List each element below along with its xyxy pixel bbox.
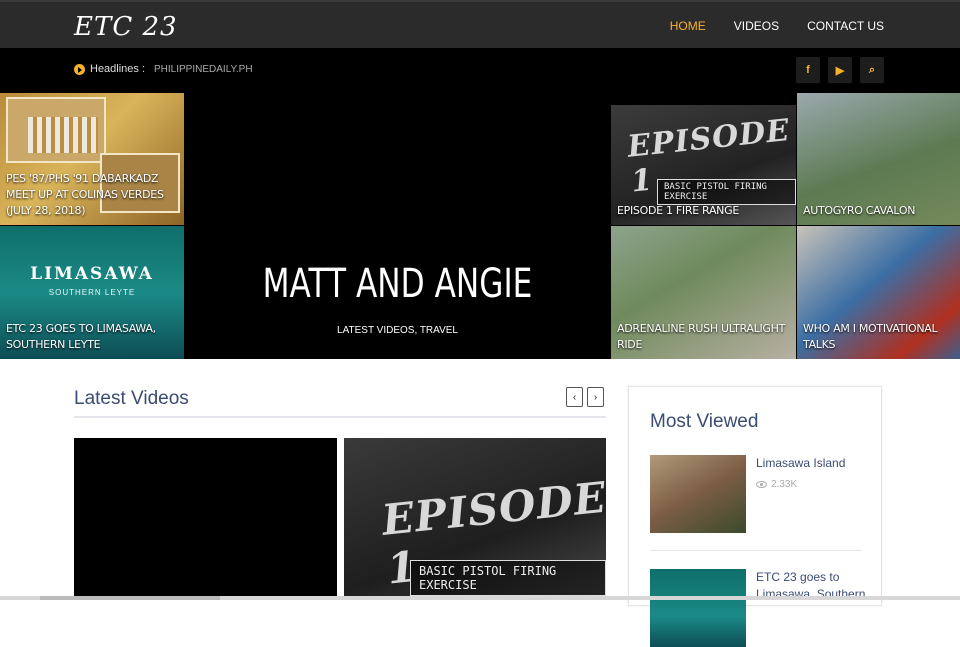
social-icons: f ▶ ⌕ bbox=[796, 57, 884, 83]
carousel-prev-button[interactable]: ‹ bbox=[566, 387, 583, 407]
nav-home-link[interactable]: HOME bbox=[670, 19, 706, 33]
hero-tile-dabarkadz[interactable]: PES '87/PHS '91 DABARKADZ MEET UP AT COL… bbox=[0, 93, 184, 225]
headline-link[interactable]: PHILIPPINEDAILY.PH bbox=[154, 64, 253, 75]
latest-videos-heading: Latest Videos bbox=[74, 388, 189, 410]
hero-grid: PES '87/PHS '91 DABARKADZ MEET UP AT COL… bbox=[0, 93, 960, 359]
hero-tile-episode-1[interactable]: EPISODE 1 BASIC PISTOL FIRING EXERCISE E… bbox=[611, 105, 796, 225]
hero-tile-caption: WHO AM I MOTIVATIONAL TALKS bbox=[803, 321, 954, 353]
view-count: 2.33K bbox=[756, 479, 797, 490]
limasawa-overlay-title: LIMASAWA bbox=[0, 264, 184, 284]
headlines-label: Headlines : bbox=[90, 63, 145, 75]
main-nav: HOME VIDEOS CONTACT US bbox=[670, 2, 884, 50]
horizontal-scrollbar[interactable] bbox=[0, 596, 960, 600]
play-circle-icon bbox=[74, 64, 85, 75]
site-logo[interactable]: ETC 23 bbox=[74, 12, 178, 42]
hero-featured[interactable]: MATT AND ANGIE LATEST VIDEOS, TRAVEL bbox=[184, 93, 611, 359]
hero-tile-ultralight[interactable]: ADRENALINE RUSH ULTRALIGHT RIDE bbox=[611, 226, 796, 359]
nav-contact-link[interactable]: CONTACT US bbox=[807, 19, 884, 33]
limasawa-overlay-sub: SOUTHERN LEYTE bbox=[0, 288, 184, 297]
hero-tile-caption: ADRENALINE RUSH ULTRALIGHT RIDE bbox=[617, 321, 790, 353]
hero-tile-autogyro[interactable]: AUTOGYRO CAVALON bbox=[797, 93, 960, 225]
hero-tile-caption: PES '87/PHS '91 DABARKADZ MEET UP AT COL… bbox=[6, 171, 178, 219]
scrollbar-thumb[interactable] bbox=[40, 596, 220, 600]
episode-overlay-sub: BASIC PISTOL FIRING EXERCISE bbox=[657, 179, 796, 205]
eye-icon bbox=[756, 481, 767, 488]
most-viewed-item[interactable]: Limasawa Island 2.33K bbox=[650, 455, 862, 551]
nav-videos-link[interactable]: VIDEOS bbox=[734, 19, 779, 33]
hero-tile-caption: AUTOGYRO CAVALON bbox=[803, 203, 954, 219]
most-viewed-title[interactable]: Limasawa Island bbox=[756, 455, 866, 472]
hero-tile-motivational[interactable]: WHO AM I MOTIVATIONAL TALKS bbox=[797, 226, 960, 359]
section-divider bbox=[74, 416, 606, 418]
video-thumbnail[interactable] bbox=[650, 455, 746, 533]
most-viewed-widget: Most Viewed Limasawa Island 2.33K ETC 23… bbox=[628, 386, 882, 606]
hero-tile-caption: EPISODE 1 FIRE RANGE bbox=[617, 203, 790, 219]
hero-tile-caption: ETC 23 GOES TO LIMASAWA, SOUTHERN LEYTE bbox=[6, 321, 178, 353]
group-photo-image bbox=[6, 97, 106, 163]
carousel-next-button[interactable]: › bbox=[587, 387, 604, 407]
featured-categories[interactable]: LATEST VIDEOS, TRAVEL bbox=[184, 325, 611, 336]
people-figures bbox=[28, 117, 98, 153]
video-thumbnail[interactable] bbox=[650, 569, 746, 647]
headlines-bar: Headlines : PHILIPPINEDAILY.PH f ▶ ⌕ bbox=[0, 48, 960, 93]
episode-overlay-sub: BASIC PISTOL FIRING EXERCISE bbox=[410, 560, 606, 596]
most-viewed-heading: Most Viewed bbox=[650, 411, 758, 433]
facebook-icon[interactable]: f bbox=[796, 57, 820, 83]
latest-video-card-2[interactable]: EPISODE 1 BASIC PISTOL FIRING EXERCISE bbox=[344, 438, 606, 600]
latest-video-card-1[interactable] bbox=[74, 438, 337, 600]
carousel-controls: ‹ › bbox=[566, 387, 604, 407]
search-icon[interactable]: ⌕ bbox=[860, 57, 884, 83]
hero-tile-limasawa[interactable]: LIMASAWA SOUTHERN LEYTE ETC 23 GOES TO L… bbox=[0, 226, 184, 359]
top-navbar: ETC 23 HOME VIDEOS CONTACT US bbox=[0, 0, 960, 48]
featured-title[interactable]: MATT AND ANGIE bbox=[231, 261, 564, 307]
view-count-value: 2.33K bbox=[771, 479, 797, 490]
youtube-icon[interactable]: ▶ bbox=[828, 57, 852, 83]
